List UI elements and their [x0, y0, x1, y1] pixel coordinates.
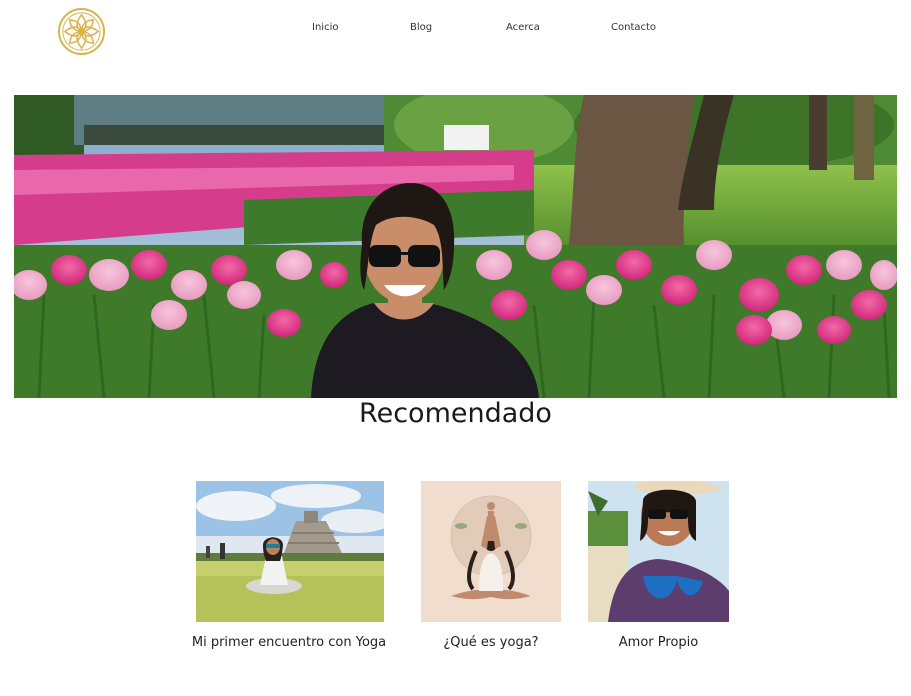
- post-title-yoga-encounter[interactable]: Mi primer encuentro con Yoga: [186, 635, 392, 650]
- post-thumbnail-que-es-yoga[interactable]: [421, 481, 561, 622]
- section-title-recomendado: Recomendado: [359, 398, 552, 429]
- nav-acerca[interactable]: Acerca: [506, 22, 540, 33]
- nav-blog[interactable]: Blog: [410, 22, 432, 33]
- post-title-amor-propio[interactable]: Amor Propio: [588, 635, 729, 650]
- nav-contacto[interactable]: Contacto: [611, 22, 656, 33]
- post-title-que-es-yoga[interactable]: ¿Qué es yoga?: [421, 635, 561, 650]
- site-header: Inicio Blog Acerca Contacto: [0, 0, 911, 70]
- lotus-flower-icon[interactable]: [57, 7, 106, 56]
- post-thumbnail-yoga-encounter[interactable]: [196, 481, 384, 622]
- nav-inicio[interactable]: Inicio: [312, 22, 338, 33]
- post-thumbnail-amor-propio[interactable]: [588, 481, 729, 622]
- hero-photo: [14, 95, 897, 398]
